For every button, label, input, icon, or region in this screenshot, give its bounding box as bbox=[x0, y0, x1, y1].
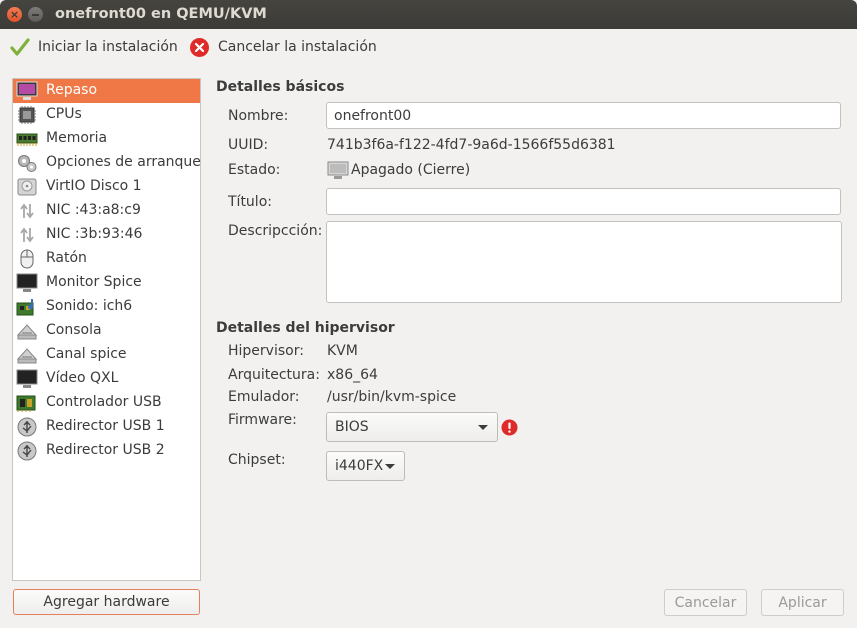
firmware-label: Firmware: bbox=[228, 412, 297, 428]
sidebar-item-spice-monitor[interactable]: Monitor Spice bbox=[13, 271, 200, 295]
sidebar-item-label: Repaso bbox=[46, 82, 98, 98]
hard-disk-icon bbox=[17, 178, 37, 196]
sidebar-item-mouse[interactable]: Ratón bbox=[13, 247, 200, 271]
cancel-button[interactable]: Cancelar bbox=[664, 589, 747, 616]
sidebar-item-usb-redirector-1[interactable]: Redirector USB 1 bbox=[13, 415, 200, 439]
sidebar-item-label: Monitor Spice bbox=[46, 274, 142, 290]
vm-status-monitor-icon bbox=[327, 161, 349, 179]
status-value: Apagado (Cierre) bbox=[351, 162, 471, 178]
channel-icon bbox=[16, 348, 38, 364]
close-icon: × bbox=[9, 8, 20, 21]
add-hardware-button[interactable]: Agregar hardware bbox=[13, 589, 200, 615]
hardware-list[interactable]: Repaso CPUs Memoria Opciones de arranque… bbox=[12, 78, 201, 581]
uuid-label: UUID: bbox=[228, 137, 269, 153]
memory-module-icon bbox=[16, 133, 38, 146]
chipset-selected-value: i440FX bbox=[335, 458, 384, 474]
sidebar-item-console[interactable]: Consola bbox=[13, 319, 200, 343]
sidebar-item-label: Opciones de arranque bbox=[46, 154, 201, 170]
status-label: Estado: bbox=[228, 162, 281, 178]
description-label: Descripcción: bbox=[228, 223, 323, 239]
usb-redirector-icon bbox=[17, 417, 37, 437]
hypervisor-label: Hipervisor: bbox=[228, 343, 304, 359]
monitor-overview-icon bbox=[16, 81, 38, 100]
uuid-value: 741b3f6a-f122-4fd7-9a6d-1566f55d6381 bbox=[327, 137, 616, 153]
sidebar-item-nic-2[interactable]: NIC :3b:93:46 bbox=[13, 223, 200, 247]
usb-controller-icon bbox=[16, 395, 36, 412]
sidebar-item-label: Memoria bbox=[46, 130, 108, 146]
cpu-chip-icon bbox=[18, 106, 36, 124]
sidebar-item-label: NIC :43:a8:c9 bbox=[46, 202, 141, 218]
cancel-circle-icon bbox=[190, 37, 209, 57]
checkmark-icon bbox=[10, 38, 30, 56]
chevron-down-icon bbox=[385, 464, 395, 469]
sidebar-item-usb-redirector-2[interactable]: Redirector USB 2 bbox=[13, 439, 200, 463]
sound-card-icon bbox=[16, 299, 34, 316]
video-display-icon bbox=[16, 369, 38, 388]
chipset-select[interactable]: i440FX bbox=[326, 451, 405, 481]
sidebar-item-usb-controller[interactable]: Controlador USB bbox=[13, 391, 200, 415]
firmware-selected-value: BIOS bbox=[335, 419, 369, 435]
sidebar-item-boot-options[interactable]: Opciones de arranque bbox=[13, 151, 201, 175]
chipset-label: Chipset: bbox=[228, 452, 286, 468]
sidebar-item-label: Canal spice bbox=[46, 346, 127, 362]
sidebar-item-spice-channel[interactable]: Canal spice bbox=[13, 343, 200, 367]
sidebar-item-label: CPUs bbox=[46, 106, 82, 122]
sidebar-item-nic-1[interactable]: NIC :43:a8:c9 bbox=[13, 199, 200, 223]
title-input[interactable] bbox=[326, 188, 841, 215]
architecture-label: Arquitectura: bbox=[228, 367, 320, 383]
display-icon bbox=[16, 273, 38, 292]
minimize-window-button[interactable] bbox=[28, 7, 43, 22]
sidebar-item-virtio-disk[interactable]: VirtIO Disco 1 bbox=[13, 175, 200, 199]
sidebar-item-cpus[interactable]: CPUs bbox=[13, 103, 200, 127]
minimize-icon bbox=[32, 13, 39, 16]
sidebar-item-label: NIC :3b:93:46 bbox=[46, 226, 143, 242]
network-arrows-icon bbox=[20, 203, 34, 219]
start-installation-button[interactable]: Iniciar la instalación bbox=[10, 36, 178, 58]
sidebar-item-label: Sonido: ich6 bbox=[46, 298, 133, 314]
basic-details-title: Detalles básicos bbox=[216, 79, 345, 95]
sidebar-item-label: VirtIO Disco 1 bbox=[46, 178, 142, 194]
usb-redirector-icon bbox=[17, 441, 37, 461]
hypervisor-details-title: Detalles del hipervisor bbox=[216, 320, 395, 336]
title-label: Título: bbox=[228, 194, 272, 210]
serial-console-icon bbox=[16, 324, 38, 340]
window-titlebar[interactable]: × onefront00 en QEMU/KVM bbox=[0, 0, 857, 29]
network-arrows-icon bbox=[20, 227, 34, 243]
sidebar-item-label: Redirector USB 1 bbox=[46, 418, 165, 434]
chevron-down-icon bbox=[478, 425, 488, 430]
sidebar-item-memoria[interactable]: Memoria bbox=[13, 127, 200, 151]
emulator-value: /usr/bin/kvm-spice bbox=[327, 389, 457, 405]
window-title: onefront00 en QEMU/KVM bbox=[55, 6, 267, 22]
emulator-label: Emulador: bbox=[228, 389, 300, 405]
sidebar-item-label: Redirector USB 2 bbox=[46, 442, 165, 458]
apply-button[interactable]: Aplicar bbox=[761, 589, 844, 616]
name-input[interactable] bbox=[326, 102, 841, 129]
mouse-icon bbox=[20, 249, 34, 269]
architecture-value: x86_64 bbox=[327, 367, 378, 383]
sidebar-item-qxl-video[interactable]: Vídeo QXL bbox=[13, 367, 200, 391]
start-installation-label: Iniciar la instalación bbox=[38, 39, 178, 55]
warning-icon bbox=[501, 419, 518, 436]
hypervisor-value: KVM bbox=[327, 343, 358, 359]
sidebar-item-repaso[interactable]: Repaso bbox=[13, 79, 200, 103]
close-window-button[interactable]: × bbox=[7, 7, 22, 22]
sidebar-item-label: Vídeo QXL bbox=[46, 370, 119, 386]
cancel-installation-button[interactable]: Cancelar la instalación bbox=[189, 36, 377, 58]
firmware-select[interactable]: BIOS bbox=[326, 412, 498, 442]
name-label: Nombre: bbox=[228, 108, 289, 124]
sidebar-item-label: Consola bbox=[46, 322, 102, 338]
sidebar-item-label: Ratón bbox=[46, 250, 87, 266]
description-textarea[interactable] bbox=[326, 221, 842, 303]
cancel-installation-label: Cancelar la instalación bbox=[218, 39, 377, 55]
sidebar-item-label: Controlador USB bbox=[46, 394, 162, 410]
boot-gears-icon bbox=[18, 155, 37, 172]
sidebar-item-sound[interactable]: Sonido: ich6 bbox=[13, 295, 200, 319]
